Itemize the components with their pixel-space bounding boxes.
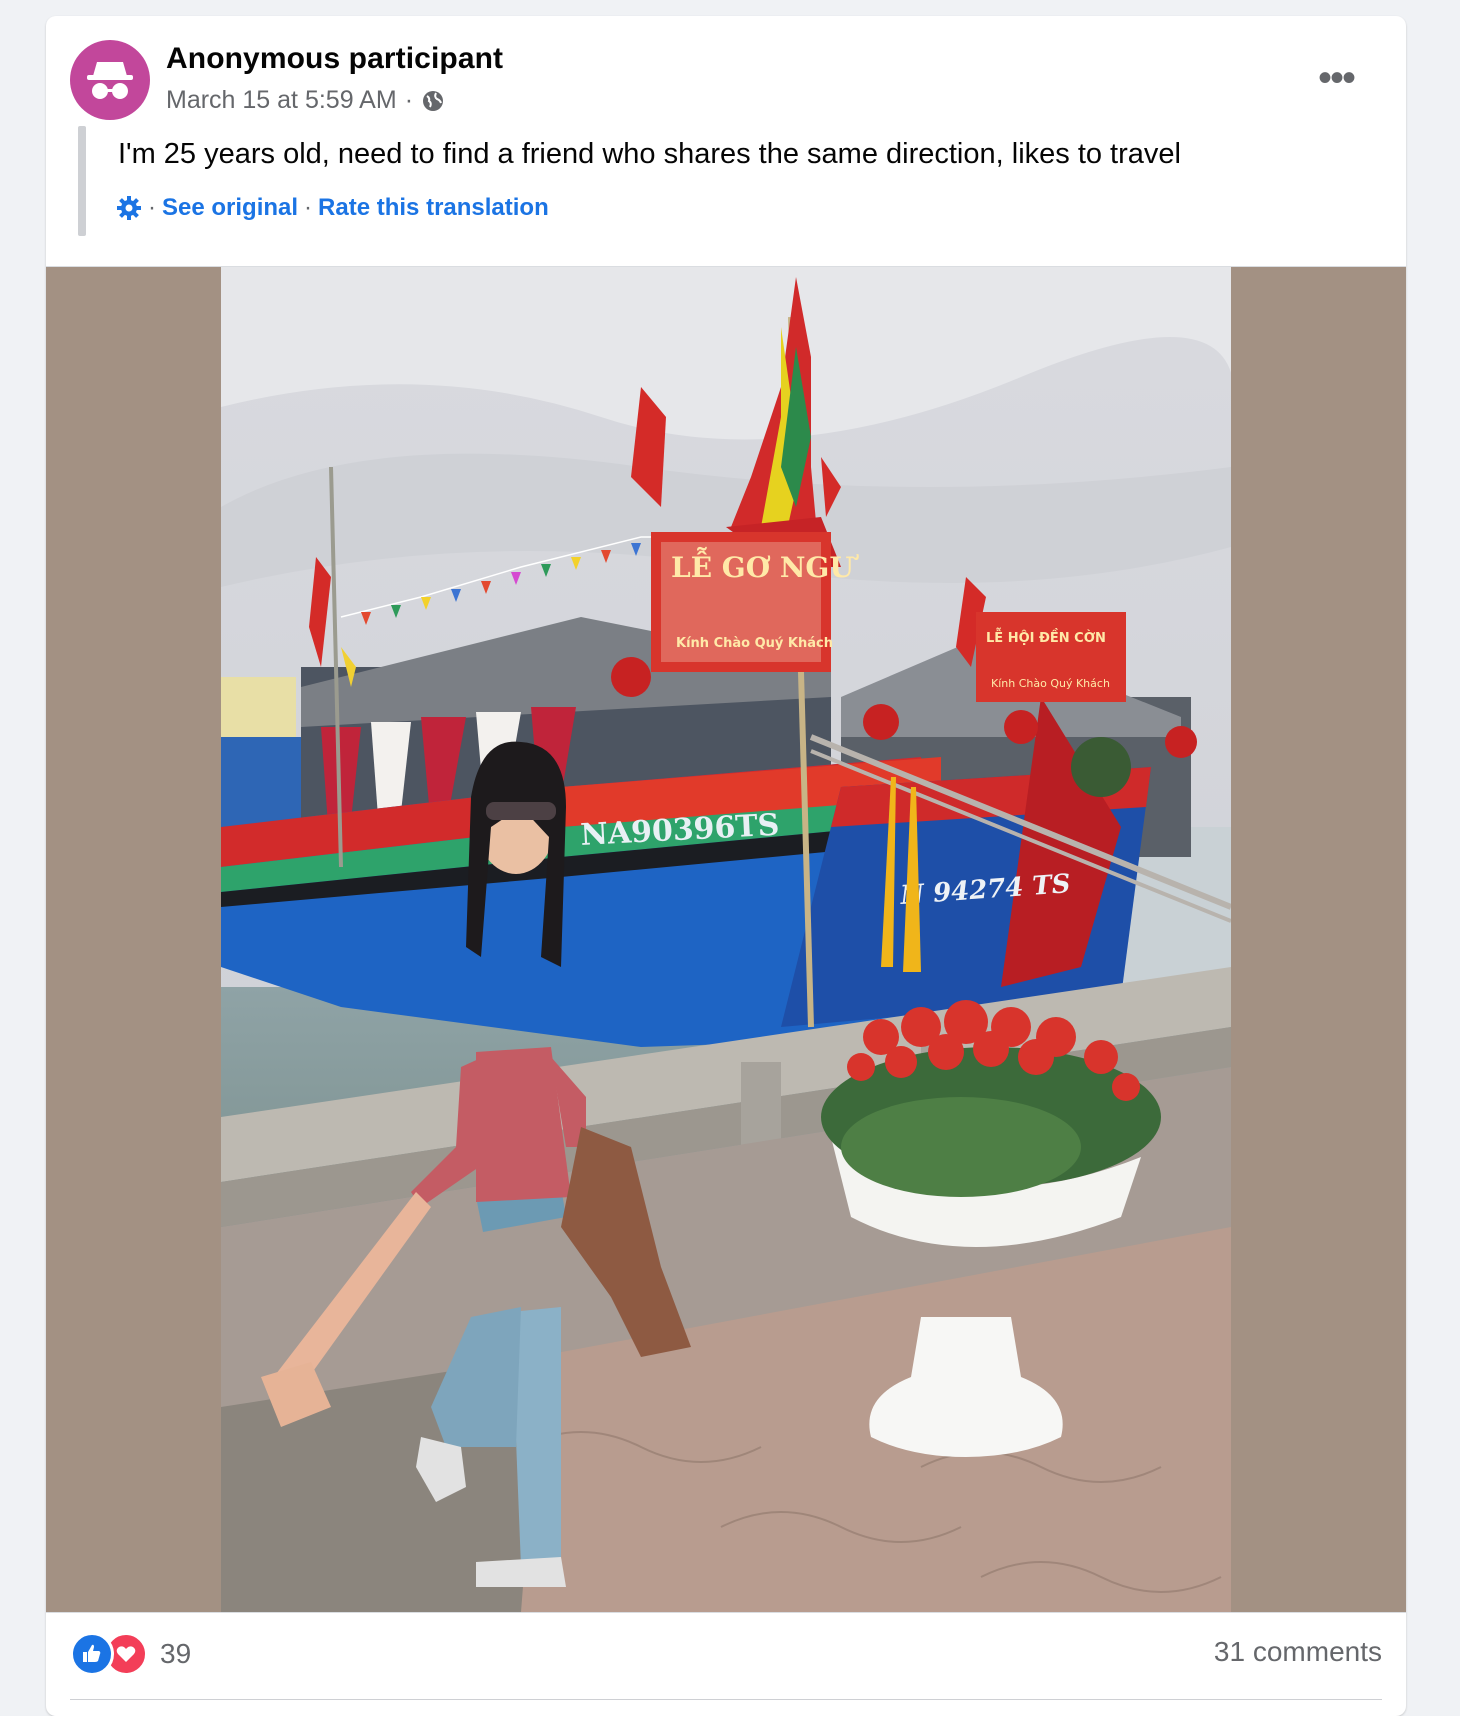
more-options-button[interactable]: •••	[1306, 55, 1366, 100]
banner-left-title: LỄ GƠ NGƯ	[671, 547, 859, 584]
rate-translation-link[interactable]: Rate this translation	[318, 194, 549, 222]
footer-divider	[70, 1699, 1382, 1700]
globe-icon[interactable]	[421, 89, 445, 113]
lantern	[1004, 710, 1038, 744]
post-photo-container[interactable]: NA90396TS N 94274 TS LỄ GƠ NGƯ Kính Chào	[46, 266, 1406, 1613]
banner-right-title: LỄ HỘI ĐỀN CỜN	[986, 628, 1106, 646]
incognito-icon	[87, 62, 133, 99]
meta-separator: ·	[404, 86, 414, 114]
author-name[interactable]: Anonymous participant	[166, 42, 503, 76]
reaction-count: 39	[160, 1638, 192, 1669]
post-timestamp[interactable]: March 15 at 5:59 AM	[166, 86, 397, 115]
translation-quote-bar	[78, 126, 86, 236]
post-card: Anonymous participant March 15 at 5:59 A…	[46, 16, 1406, 1716]
translation-separator: ·	[304, 194, 313, 221]
post-photo[interactable]: NA90396TS N 94274 TS LỄ GƠ NGƯ Kính Chào	[221, 267, 1231, 1612]
post-text: I'm 25 years old, need to find a friend …	[118, 138, 1181, 170]
banner-left-sub: Kính Chào Quý Khách	[676, 636, 833, 651]
like-icon	[70, 1632, 114, 1676]
comments-count-link[interactable]: 31 comments	[1214, 1636, 1382, 1668]
post-meta: March 15 at 5:59 AM ·	[166, 86, 445, 115]
lantern	[611, 657, 651, 697]
see-original-link[interactable]: See original	[162, 194, 298, 222]
reactions-summary[interactable]: 39	[70, 1632, 191, 1676]
translation-separator: ·	[148, 194, 156, 221]
lantern	[863, 704, 899, 740]
lantern	[1165, 726, 1197, 758]
translation-controls: · See original · Rate this translation	[116, 194, 549, 222]
more-options-icon: •••	[1317, 55, 1356, 100]
gear-icon[interactable]	[116, 195, 142, 221]
svg-text:Kính Chào Quý Khách: Kính Chào Quý Khách	[991, 677, 1110, 690]
author-avatar[interactable]	[70, 40, 150, 120]
